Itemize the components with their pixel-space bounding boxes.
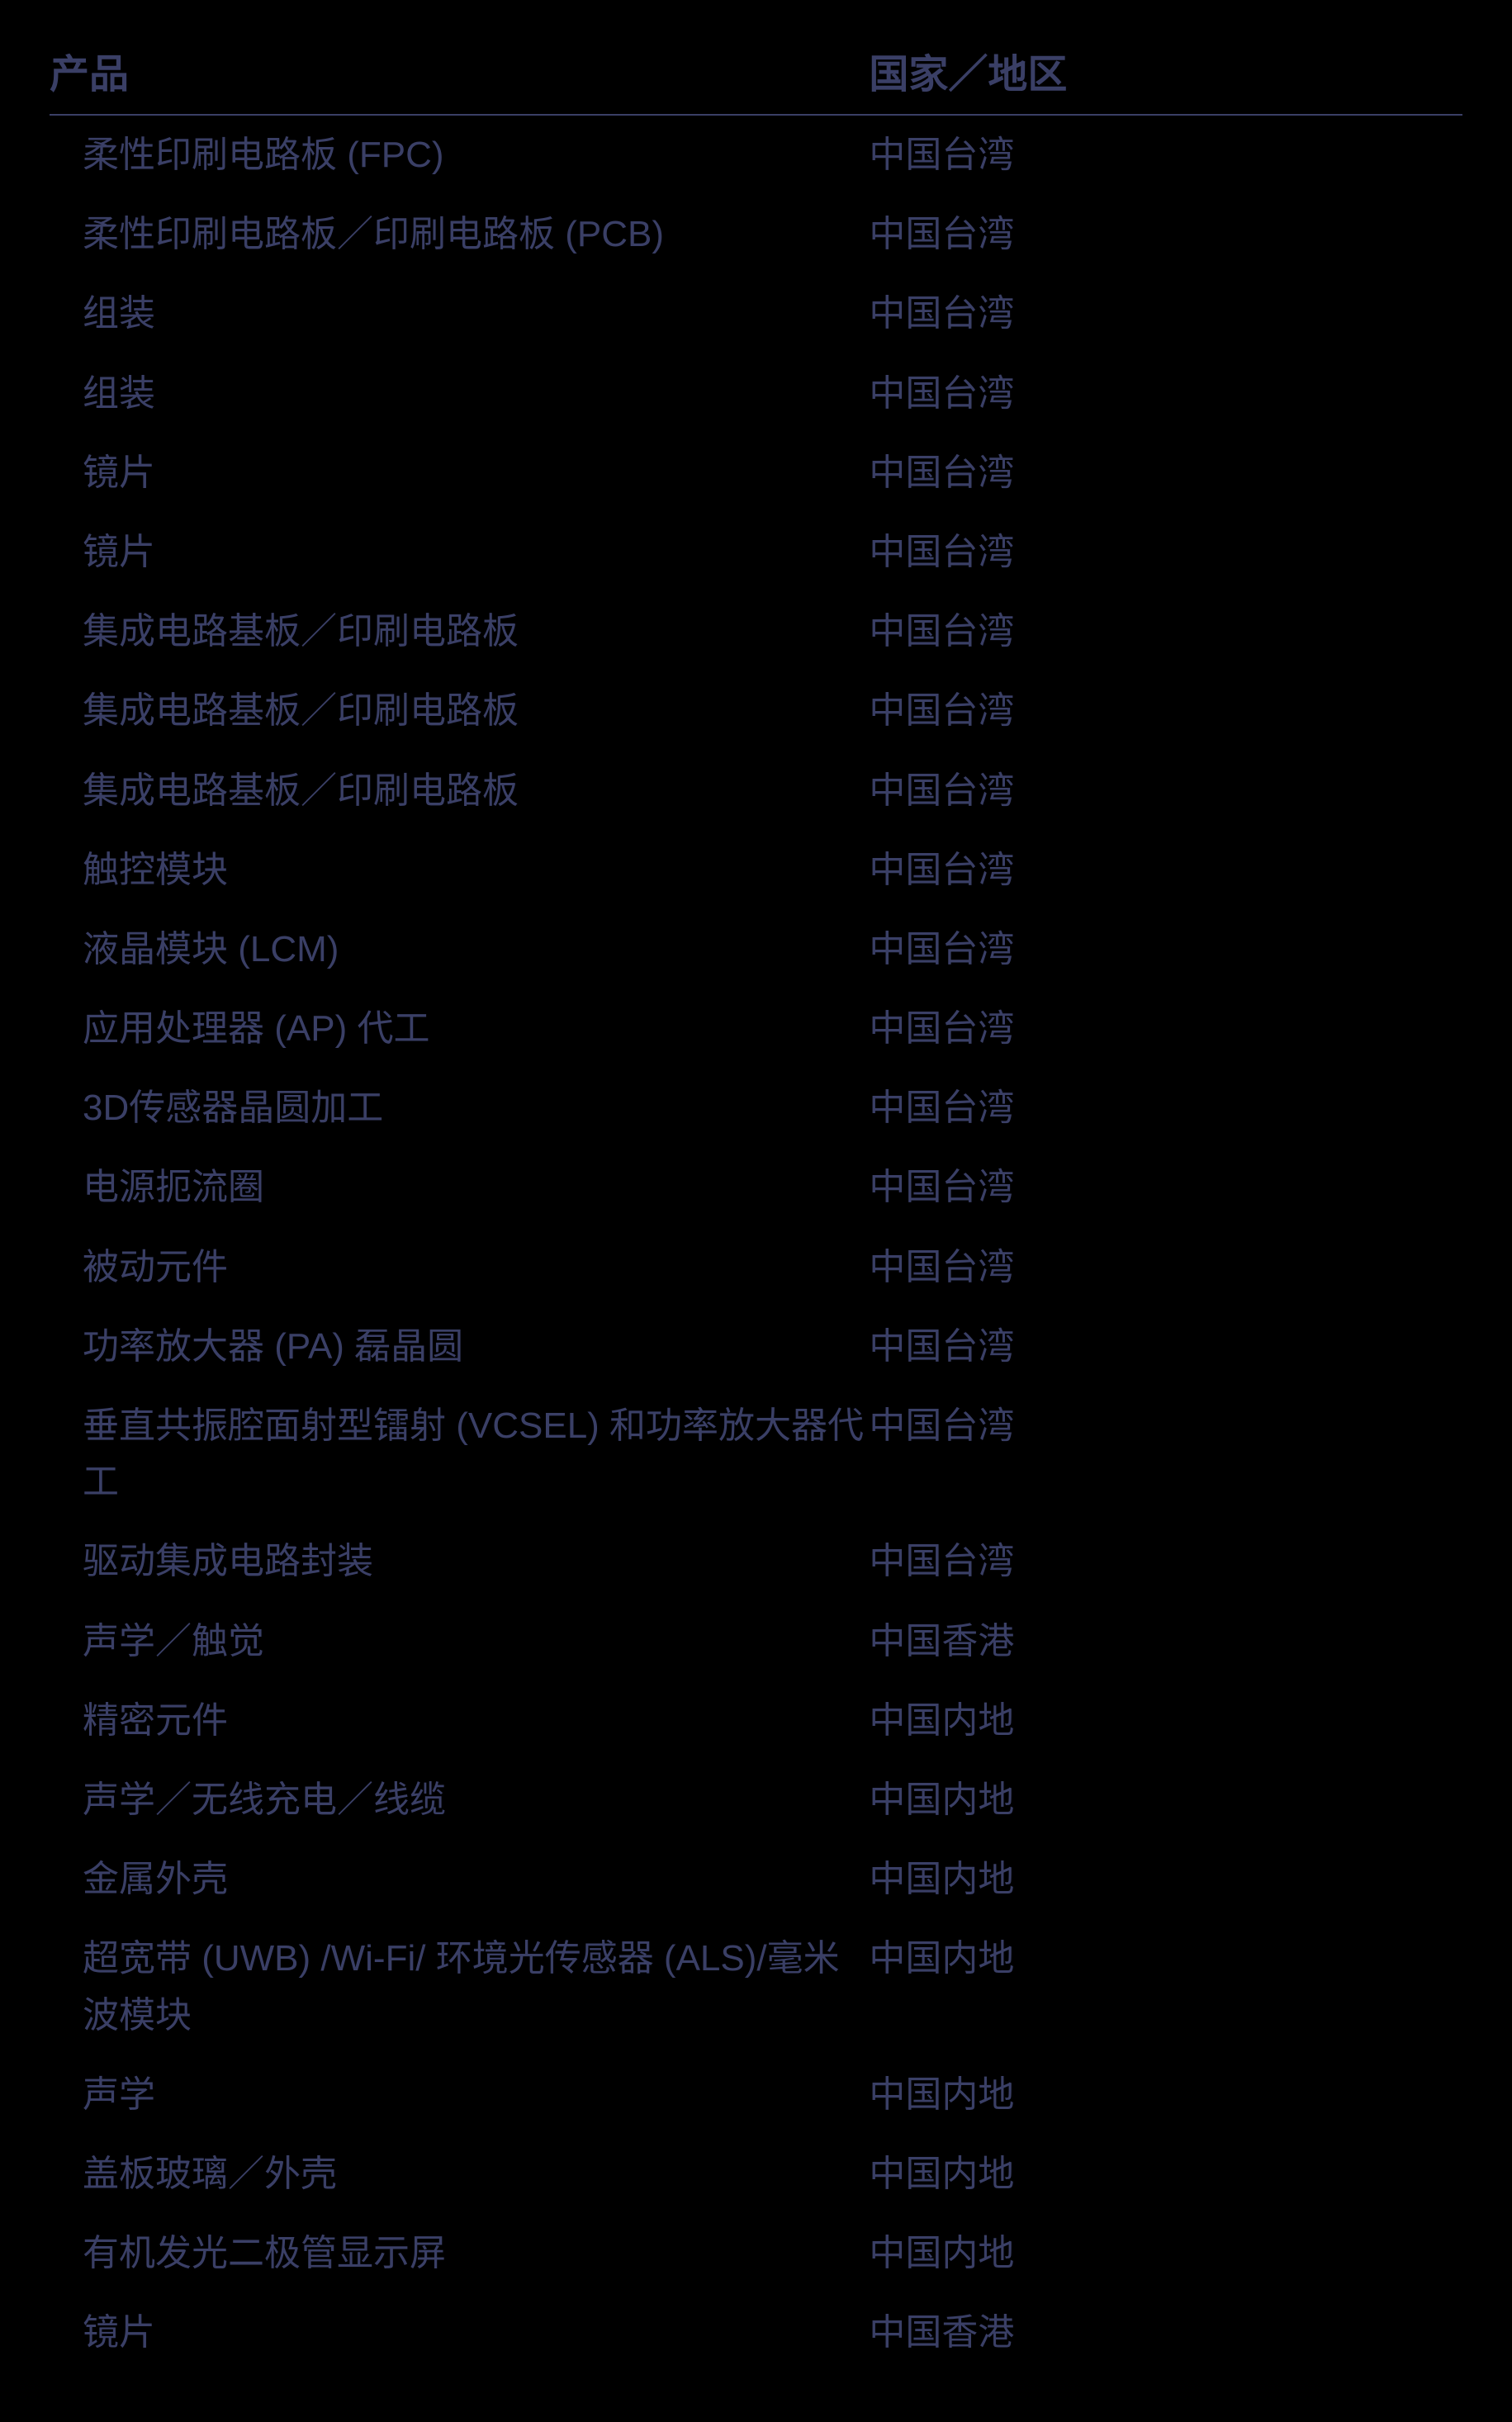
cell-product: 垂直共振腔面射型镭射 (VCSEL) 和功率放大器代工 [50, 1386, 869, 1522]
table-row: 镜片中国台湾 [50, 513, 1462, 592]
table-row: 有机发光二极管显示屏中国内地 [50, 2214, 1462, 2293]
cell-region: 中国台湾 [869, 513, 1462, 592]
cell-region: 中国台湾 [869, 751, 1462, 831]
table-row: 盖板玻璃／外壳中国内地 [50, 2135, 1462, 2214]
cell-product: 集成电路基板／印刷电路板 [50, 671, 869, 751]
table-row: 柔性印刷电路板／印刷电路板 (PCB)中国台湾 [50, 195, 1462, 274]
cell-region: 中国香港 [869, 2293, 1462, 2372]
cell-product: 金属外壳 [50, 1840, 869, 1919]
cell-region: 中国台湾 [869, 354, 1462, 434]
table-row: 组装中国台湾 [50, 354, 1462, 434]
table-row: 声学中国内地 [50, 2055, 1462, 2135]
cell-product: 3D传感器晶圆加工 [50, 1069, 869, 1148]
table-row: 电源扼流圈中国台湾 [50, 1148, 1462, 1227]
cell-product: 被动元件 [50, 1228, 869, 1307]
cell-product: 柔性印刷电路板／印刷电路板 (PCB) [50, 195, 869, 274]
cell-product: 驱动集成电路封装 [50, 1522, 869, 1601]
cell-region: 中国台湾 [869, 115, 1462, 195]
cell-region: 中国内地 [869, 1681, 1462, 1761]
cell-region: 中国台湾 [869, 1522, 1462, 1601]
cell-product: 电源扼流圈 [50, 1148, 869, 1227]
cell-product: 液晶模块 (LCM) [50, 910, 869, 989]
table-row: 组装中国台湾 [50, 274, 1462, 353]
cell-region: 中国台湾 [869, 592, 1462, 671]
cell-product: 镜片 [50, 2293, 869, 2372]
cell-region: 中国内地 [869, 2055, 1462, 2135]
cell-product: 有机发光二极管显示屏 [50, 2214, 869, 2293]
table-body: 柔性印刷电路板 (FPC)中国台湾柔性印刷电路板／印刷电路板 (PCB)中国台湾… [50, 115, 1462, 2372]
cell-product: 组装 [50, 354, 869, 434]
cell-region: 中国内地 [869, 1840, 1462, 1919]
cell-product: 柔性印刷电路板 (FPC) [50, 115, 869, 195]
cell-product: 应用处理器 (AP) 代工 [50, 989, 869, 1069]
table-row: 垂直共振腔面射型镭射 (VCSEL) 和功率放大器代工中国台湾 [50, 1386, 1462, 1522]
cell-product: 集成电路基板／印刷电路板 [50, 751, 869, 831]
table-row: 声学／无线充电／线缆中国内地 [50, 1761, 1462, 1840]
table-row: 金属外壳中国内地 [50, 1840, 1462, 1919]
cell-region: 中国香港 [869, 1602, 1462, 1681]
cell-region: 中国台湾 [869, 1069, 1462, 1148]
cell-product: 精密元件 [50, 1681, 869, 1761]
cell-region: 中国台湾 [869, 989, 1462, 1069]
cell-region: 中国内地 [869, 1761, 1462, 1840]
table-row: 精密元件中国内地 [50, 1681, 1462, 1761]
page-container: 产品 国家／地区 柔性印刷电路板 (FPC)中国台湾柔性印刷电路板／印刷电路板 … [0, 0, 1512, 2422]
table-row: 集成电路基板／印刷电路板中国台湾 [50, 592, 1462, 671]
cell-product: 组装 [50, 274, 869, 353]
cell-region: 中国台湾 [869, 1386, 1462, 1522]
table-row: 集成电路基板／印刷电路板中国台湾 [50, 751, 1462, 831]
cell-region: 中国台湾 [869, 434, 1462, 513]
cell-region: 中国台湾 [869, 910, 1462, 989]
cell-region: 中国台湾 [869, 1228, 1462, 1307]
table-row: 集成电路基板／印刷电路板中国台湾 [50, 671, 1462, 751]
table-row: 应用处理器 (AP) 代工中国台湾 [50, 989, 1462, 1069]
column-header-region: 国家／地区 [869, 33, 1462, 115]
cell-product: 功率放大器 (PA) 磊晶圆 [50, 1307, 869, 1386]
cell-region: 中国台湾 [869, 831, 1462, 910]
table-header-row: 产品 国家／地区 [50, 33, 1462, 115]
cell-product: 镜片 [50, 513, 869, 592]
cell-region: 中国台湾 [869, 1307, 1462, 1386]
table-row: 声学／触觉中国香港 [50, 1602, 1462, 1681]
table-row: 驱动集成电路封装中国台湾 [50, 1522, 1462, 1601]
table-row: 镜片中国香港 [50, 2293, 1462, 2372]
table-header: 产品 国家／地区 [50, 33, 1462, 115]
cell-region: 中国台湾 [869, 274, 1462, 353]
cell-product: 声学／触觉 [50, 1602, 869, 1681]
cell-region: 中国内地 [869, 2214, 1462, 2293]
cell-region: 中国台湾 [869, 671, 1462, 751]
table-row: 功率放大器 (PA) 磊晶圆中国台湾 [50, 1307, 1462, 1386]
table-row: 3D传感器晶圆加工中国台湾 [50, 1069, 1462, 1148]
cell-product: 盖板玻璃／外壳 [50, 2135, 869, 2214]
cell-region: 中国台湾 [869, 195, 1462, 274]
cell-product: 集成电路基板／印刷电路板 [50, 592, 869, 671]
cell-product: 声学 [50, 2055, 869, 2135]
cell-product: 触控模块 [50, 831, 869, 910]
table-row: 液晶模块 (LCM)中国台湾 [50, 910, 1462, 989]
cell-region: 中国台湾 [869, 1148, 1462, 1227]
table-row: 柔性印刷电路板 (FPC)中国台湾 [50, 115, 1462, 195]
cell-product: 镜片 [50, 434, 869, 513]
column-header-product: 产品 [50, 33, 869, 115]
product-region-table: 产品 国家／地区 柔性印刷电路板 (FPC)中国台湾柔性印刷电路板／印刷电路板 … [50, 33, 1462, 2372]
table-row: 镜片中国台湾 [50, 434, 1462, 513]
table-row: 触控模块中国台湾 [50, 831, 1462, 910]
cell-region: 中国内地 [869, 2135, 1462, 2214]
cell-product: 声学／无线充电／线缆 [50, 1761, 869, 1840]
table-row: 被动元件中国台湾 [50, 1228, 1462, 1307]
